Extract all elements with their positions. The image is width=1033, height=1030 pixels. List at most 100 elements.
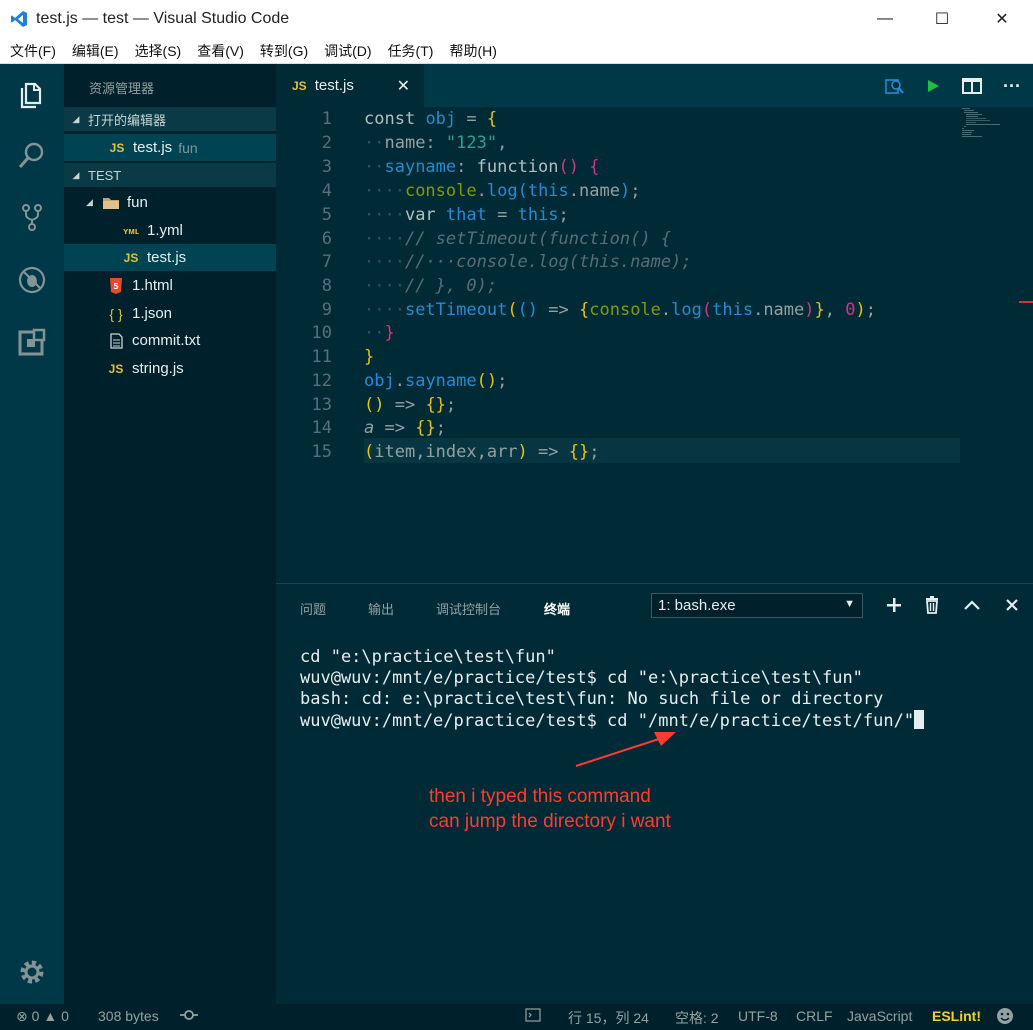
split-editor-button[interactable] bbox=[960, 74, 984, 98]
tab-label: test.js bbox=[314, 77, 354, 94]
tree-item-string-js[interactable]: JS string.js bbox=[64, 355, 276, 382]
menu-debug[interactable]: 调试(D) bbox=[316, 41, 379, 61]
menu-selection[interactable]: 选择(S) bbox=[127, 41, 190, 61]
close-window-button[interactable]: ✕ bbox=[979, 0, 1025, 38]
run-button[interactable] bbox=[921, 74, 945, 98]
open-editor-item[interactable]: JS test.js fun bbox=[64, 134, 276, 161]
tab-terminal[interactable]: 终端 bbox=[544, 599, 570, 618]
explorer-activity[interactable] bbox=[0, 66, 64, 122]
tree-item-label: string.js bbox=[132, 360, 184, 377]
minimize-button[interactable]: — bbox=[862, 0, 908, 38]
problems-status[interactable]: ⊗ 0 ▲ 0 bbox=[16, 1008, 69, 1025]
more-actions-icon[interactable]: ··· bbox=[1000, 74, 1024, 98]
line-number: 7 bbox=[321, 252, 332, 272]
menu-edit[interactable]: 编辑(E) bbox=[64, 41, 127, 61]
source-control-activity[interactable] bbox=[0, 189, 64, 245]
line-number: 10 bbox=[311, 323, 332, 343]
code-line: } bbox=[364, 347, 375, 367]
editor-tabs: JS test.js ✕ ··· bbox=[276, 64, 1033, 107]
no-bug-icon bbox=[18, 266, 46, 294]
language-mode[interactable]: JavaScript bbox=[847, 1008, 912, 1024]
sidebar-title: 资源管理器 bbox=[89, 81, 155, 96]
line-number: 6 bbox=[321, 229, 332, 249]
tree-item-yml[interactable]: ʏᴍʟ 1.yml bbox=[64, 217, 276, 244]
menu-go[interactable]: 转到(G) bbox=[252, 41, 316, 61]
tab-close-icon[interactable]: ✕ bbox=[397, 76, 410, 96]
terminal-icon[interactable] bbox=[525, 1008, 541, 1025]
tree-item-label: 1.yml bbox=[147, 222, 183, 239]
tree-item-json[interactable]: { } 1.json bbox=[64, 300, 276, 327]
feedback-smiley-icon[interactable] bbox=[996, 1007, 1014, 1028]
line-number: 13 bbox=[311, 395, 332, 415]
code-line: ··sayname: function() { bbox=[364, 157, 600, 177]
open-preview-button[interactable] bbox=[882, 74, 906, 98]
settings-activity[interactable] bbox=[0, 944, 64, 1000]
play-icon bbox=[928, 80, 939, 92]
line-number: 3 bbox=[321, 157, 332, 177]
eslint-status[interactable]: ESLint! bbox=[932, 1008, 981, 1024]
open-editor-name: test.js bbox=[133, 139, 173, 156]
menu-help[interactable]: 帮助(H) bbox=[441, 41, 504, 61]
open-editors-section[interactable]: ◢ 打开的编辑器 bbox=[64, 107, 276, 131]
chevron-up-icon bbox=[964, 600, 980, 610]
menu-view[interactable]: 查看(V) bbox=[189, 41, 252, 61]
warning-count: 0 bbox=[61, 1008, 69, 1024]
terminal-line: wuv@wuv:/mnt/e/practice/test$ cd "e:\pra… bbox=[300, 668, 863, 688]
tab-debug-console[interactable]: 调试控制台 bbox=[436, 599, 501, 618]
close-panel-button[interactable] bbox=[1001, 594, 1023, 616]
js-file-icon: JS bbox=[109, 140, 125, 155]
line-ending[interactable]: CRLF bbox=[796, 1008, 833, 1024]
gear-icon bbox=[20, 960, 44, 984]
tab-test-js[interactable]: JS test.js ✕ bbox=[276, 64, 424, 107]
menu-file[interactable]: 文件(F) bbox=[2, 41, 64, 61]
explorer-sidebar: 资源管理器 ◢ 打开的编辑器 JS test.js fun ◢ TEST ◢ f… bbox=[64, 64, 276, 1004]
minimap[interactable] bbox=[960, 107, 1020, 147]
title-bar: test.js — test — Visual Studio Code — ☐ … bbox=[0, 0, 1033, 38]
git-commit-icon[interactable] bbox=[180, 1008, 198, 1025]
encoding[interactable]: UTF-8 bbox=[738, 1008, 778, 1024]
annotation-line: then i typed this command bbox=[429, 786, 651, 807]
code-line: () => {}; bbox=[364, 395, 457, 415]
code-line: ····// setTimeout(function() { bbox=[364, 229, 672, 249]
menu-tasks[interactable]: 任务(T) bbox=[380, 41, 442, 61]
line-number: 4 bbox=[321, 181, 332, 201]
json-icon: { } bbox=[109, 305, 123, 322]
open-editor-desc: fun bbox=[178, 139, 198, 156]
bottom-panel: 问题 输出 调试控制台 终端 1: bash.exe ▼ cd "e:\prac… bbox=[276, 583, 1033, 1004]
tree-item-label: 1.json bbox=[132, 305, 173, 322]
text-file-icon bbox=[105, 332, 127, 349]
tree-item-label: test.js bbox=[147, 249, 187, 266]
indentation[interactable]: 空格: 2 bbox=[675, 1008, 719, 1028]
kill-terminal-button[interactable] bbox=[921, 594, 943, 616]
search-activity[interactable] bbox=[0, 127, 64, 183]
line-number: 14 bbox=[311, 418, 332, 438]
line-number: 11 bbox=[311, 347, 332, 367]
html5-icon: 5 bbox=[105, 277, 127, 294]
folder-open-icon bbox=[100, 196, 122, 210]
extensions-icon bbox=[18, 328, 46, 356]
cursor-position[interactable]: 行 15，列 24 bbox=[568, 1008, 649, 1028]
status-bar: ⊗ 0 ▲ 0 308 bytes 行 15，列 24 空格: 2 UTF-8 … bbox=[0, 1004, 1033, 1030]
code-editor[interactable]: 1 2 3 4 5 6 7 8 9 10 11 12 13 14 15 cons… bbox=[276, 107, 1033, 583]
code-line: ····//···console.log(this.name); bbox=[364, 252, 692, 272]
tree-item-commit[interactable]: commit.txt bbox=[64, 327, 276, 354]
caret-down-icon: ◢ bbox=[86, 197, 93, 207]
debug-activity[interactable] bbox=[0, 252, 64, 308]
tree-item-html[interactable]: 5 1.html bbox=[64, 272, 276, 299]
line-number: 8 bbox=[321, 276, 332, 296]
test-folder-section[interactable]: ◢ TEST bbox=[64, 163, 276, 187]
line-number: 1 bbox=[321, 109, 332, 129]
tab-problems[interactable]: 问题 bbox=[300, 599, 326, 618]
tree-item-fun[interactable]: ◢ fun bbox=[64, 189, 276, 216]
code-line: ····var that = this; bbox=[364, 205, 569, 225]
line-number: 9 bbox=[321, 300, 332, 320]
terminal-select[interactable]: 1: bash.exe ▼ bbox=[651, 593, 863, 618]
extensions-activity[interactable] bbox=[0, 314, 64, 370]
line-number: 15 bbox=[311, 442, 332, 462]
maximize-button[interactable]: ☐ bbox=[919, 0, 965, 38]
new-terminal-button[interactable] bbox=[883, 594, 905, 616]
tab-output[interactable]: 输出 bbox=[368, 599, 394, 618]
tree-item-test-js[interactable]: JS test.js bbox=[64, 244, 276, 271]
git-branch-icon bbox=[22, 204, 42, 231]
maximize-panel-button[interactable] bbox=[961, 594, 983, 616]
